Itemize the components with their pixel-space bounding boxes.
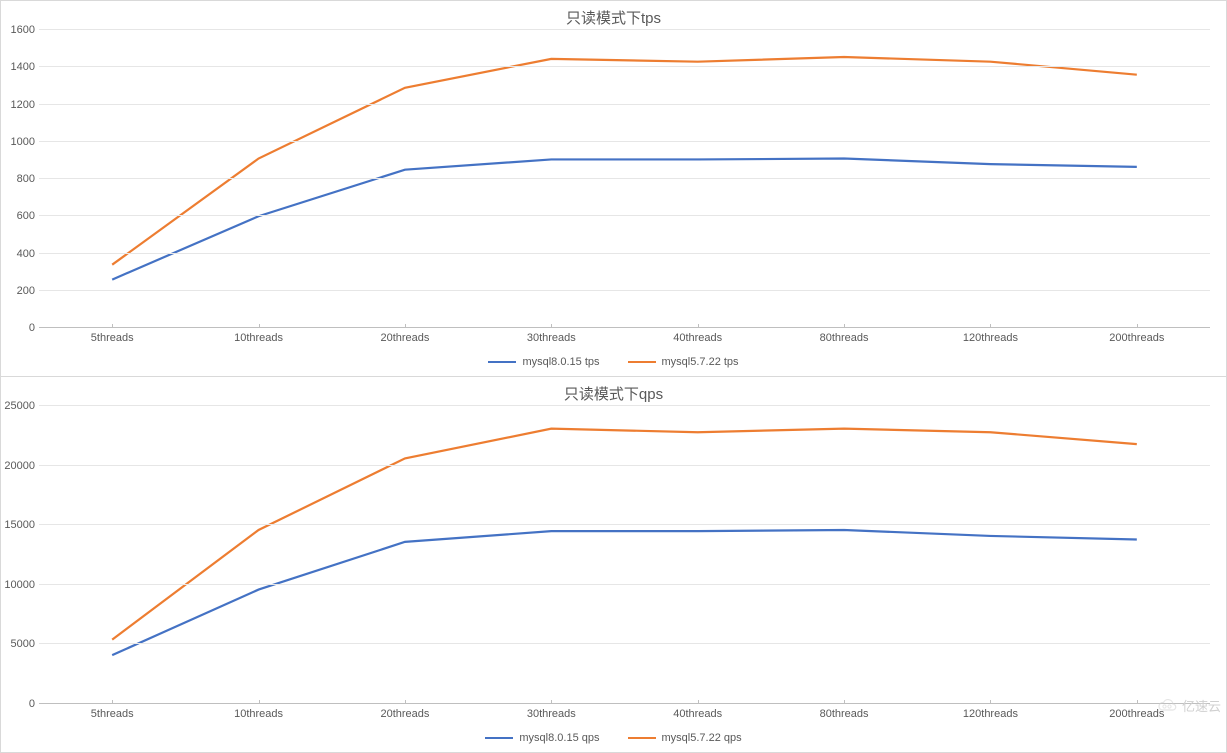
x-tick-label: 5threads bbox=[39, 328, 185, 350]
y-tick-label: 1000 bbox=[11, 136, 35, 148]
x-tick-label: 30threads bbox=[478, 704, 624, 726]
plot-area: 0500010000150002000025000 bbox=[1, 406, 1226, 704]
y-tick-label: 10000 bbox=[4, 579, 35, 591]
legend-label: mysql5.7.22 tps bbox=[662, 356, 739, 368]
legend-item: mysql8.0.15 tps bbox=[488, 356, 599, 368]
legend-label: mysql8.0.15 tps bbox=[522, 356, 599, 368]
y-tick-label: 15000 bbox=[4, 519, 35, 531]
y-tick-label: 5000 bbox=[11, 638, 35, 650]
legend-swatch bbox=[628, 737, 656, 739]
series-line bbox=[112, 429, 1137, 640]
plot-area: 02004006008001000120014001600 bbox=[1, 30, 1226, 328]
grid-line bbox=[39, 465, 1210, 466]
grid-line bbox=[39, 524, 1210, 525]
x-tick-label: 120threads bbox=[917, 704, 1063, 726]
grid-line bbox=[39, 178, 1210, 179]
legend: mysql8.0.15 tps mysql5.7.22 tps bbox=[1, 350, 1226, 376]
grid-line bbox=[39, 290, 1210, 291]
legend: mysql8.0.15 qps mysql5.7.22 qps bbox=[1, 726, 1226, 752]
chart-title: 只读模式下qps bbox=[1, 377, 1226, 406]
y-tick-label: 1200 bbox=[11, 99, 35, 111]
y-tick-label: 200 bbox=[17, 285, 35, 297]
x-tick-label: 40threads bbox=[625, 328, 771, 350]
x-axis: 5threads10threads20threads30threads40thr… bbox=[39, 328, 1210, 350]
legend-label: mysql8.0.15 qps bbox=[519, 732, 599, 744]
legend-swatch bbox=[628, 361, 656, 363]
grid-line bbox=[39, 584, 1210, 585]
legend-item: mysql8.0.15 qps bbox=[485, 732, 599, 744]
grid-line bbox=[39, 66, 1210, 67]
grid-line bbox=[39, 643, 1210, 644]
grid-line bbox=[39, 29, 1210, 30]
y-tick-label: 800 bbox=[17, 173, 35, 185]
y-axis: 02004006008001000120014001600 bbox=[1, 30, 39, 328]
x-tick-label: 40threads bbox=[625, 704, 771, 726]
chart-tps: 只读模式下tps 0 200 400 600 800 1000 1200 1400 1600 5… bbox=[0, 0, 1227, 377]
x-tick-label: 5threads bbox=[39, 704, 185, 726]
legend-label: mysql5.7.22 qps bbox=[662, 732, 742, 744]
y-tick-label: 1600 bbox=[11, 24, 35, 36]
line-layer bbox=[39, 406, 1210, 704]
line-layer bbox=[39, 30, 1210, 328]
y-tick-label: 0 bbox=[29, 698, 35, 710]
legend-swatch bbox=[488, 361, 516, 363]
y-tick-label: 0 bbox=[29, 322, 35, 334]
y-axis: 0500010000150002000025000 bbox=[1, 406, 39, 704]
x-tick-label: 200threads bbox=[1064, 328, 1210, 350]
plot bbox=[39, 406, 1210, 704]
x-tick-label: 120threads bbox=[917, 328, 1063, 350]
series-line bbox=[112, 159, 1137, 280]
legend-swatch bbox=[485, 737, 513, 739]
chart-qps: 只读模式下qps 0 5000 10000 15000 20000 25000 5thre… bbox=[0, 377, 1227, 753]
x-tick-label: 20threads bbox=[332, 704, 478, 726]
grid-line bbox=[39, 405, 1210, 406]
legend-item: mysql5.7.22 qps bbox=[628, 732, 742, 744]
plot bbox=[39, 30, 1210, 328]
grid-line bbox=[39, 104, 1210, 105]
chart-title: 只读模式下tps bbox=[1, 1, 1226, 30]
y-tick-label: 25000 bbox=[4, 400, 35, 412]
x-axis: 5threads10threads20threads30threads40thr… bbox=[39, 704, 1210, 726]
y-tick-label: 20000 bbox=[4, 460, 35, 472]
y-tick-label: 600 bbox=[17, 210, 35, 222]
x-tick-label: 20threads bbox=[332, 328, 478, 350]
legend-item: mysql5.7.22 tps bbox=[628, 356, 739, 368]
x-tick-label: 10threads bbox=[185, 704, 331, 726]
x-tick-label: 80threads bbox=[771, 704, 917, 726]
series-line bbox=[112, 57, 1137, 265]
y-tick-label: 1400 bbox=[11, 61, 35, 73]
x-tick-label: 80threads bbox=[771, 328, 917, 350]
x-tick-label: 200threads bbox=[1064, 704, 1210, 726]
y-tick-label: 400 bbox=[17, 248, 35, 260]
series-line bbox=[112, 530, 1137, 655]
grid-line bbox=[39, 253, 1210, 254]
grid-line bbox=[39, 141, 1210, 142]
x-tick-label: 30threads bbox=[478, 328, 624, 350]
grid-line bbox=[39, 215, 1210, 216]
x-tick-label: 10threads bbox=[185, 328, 331, 350]
